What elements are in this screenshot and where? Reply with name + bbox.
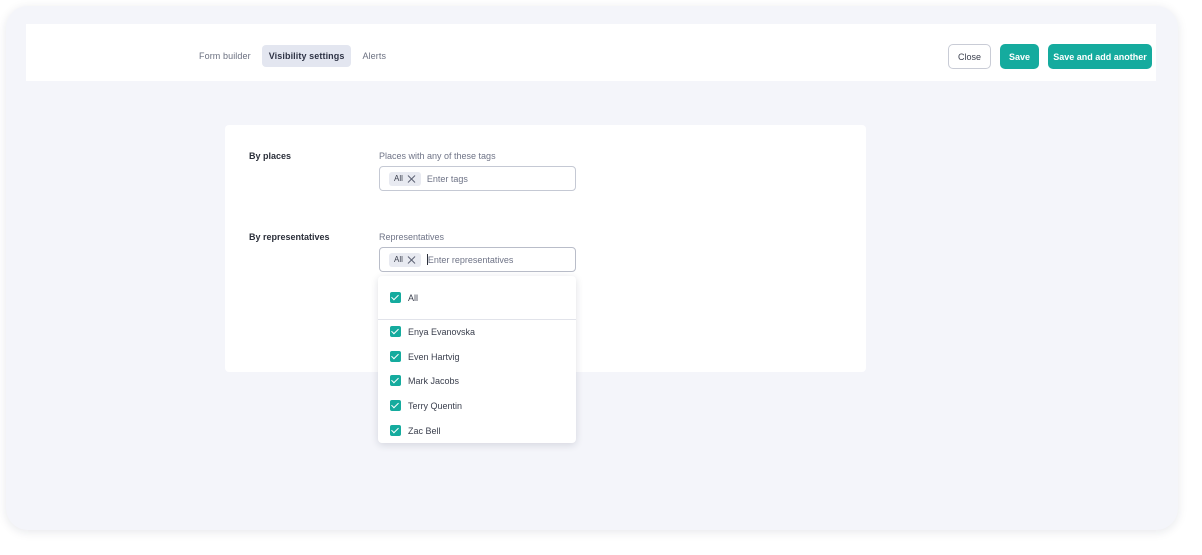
representatives-input[interactable]: All Enter representatives [379,247,576,272]
close-button[interactable]: Close [948,44,991,69]
representatives-placeholder: Enter representatives [427,254,514,265]
checkbox-checked-icon[interactable] [390,292,401,303]
by-places-label: By places [249,151,292,161]
option-label: Even Hartvig [408,351,460,362]
representatives-field-label: Representatives [379,232,445,242]
tag-chip-all: All [389,171,421,186]
dropdown-option[interactable]: Zac Bell [390,425,441,436]
dropdown-option-all[interactable]: All [390,292,418,303]
remove-chip-icon[interactable] [408,256,416,264]
option-label: Enya Evanovska [408,326,476,337]
option-label: Zac Bell [408,425,441,436]
tab-visibility-settings[interactable]: Visibility settings [261,45,352,67]
by-representatives-label: By representatives [249,232,330,242]
checkbox-checked-icon[interactable] [390,400,401,411]
option-label: Mark Jacobs [408,375,460,386]
chip-label: All [394,255,403,264]
option-label: Terry Quentin [408,400,463,411]
chip-label: All [394,174,403,183]
dropdown-option[interactable]: Even Hartvig [390,351,460,362]
save-button[interactable]: Save [1000,44,1039,69]
tag-chip-all: All [389,252,421,267]
checkbox-checked-icon[interactable] [390,326,401,337]
dropdown-divider [378,319,576,320]
dropdown-option[interactable]: Enya Evanovska [390,326,475,337]
remove-chip-icon[interactable] [408,175,416,183]
header-actions: Close Save Save and add another [939,44,1152,69]
option-label: All [408,292,419,303]
tab-alerts[interactable]: Alerts [355,45,393,67]
checkbox-checked-icon[interactable] [390,375,401,386]
representatives-dropdown: All Enya Evanovska Even Hartvig Mark Jac… [378,276,576,443]
top-bar: Form builder Visibility settings Alerts … [26,24,1156,81]
dropdown-option[interactable]: Terry Quentin [390,400,462,411]
places-tags-field-label: Places with any of these tags [379,151,496,161]
checkbox-checked-icon[interactable] [390,425,401,436]
checkbox-checked-icon[interactable] [390,351,401,362]
tab-bar: Form builder Visibility settings Alerts [192,45,397,67]
save-and-add-another-button[interactable]: Save and add another [1048,44,1152,69]
tags-placeholder: Enter tags [426,173,468,184]
dropdown-option[interactable]: Mark Jacobs [390,375,459,386]
places-tags-input[interactable]: All Enter tags [379,166,576,191]
tab-form-builder[interactable]: Form builder [192,45,258,67]
